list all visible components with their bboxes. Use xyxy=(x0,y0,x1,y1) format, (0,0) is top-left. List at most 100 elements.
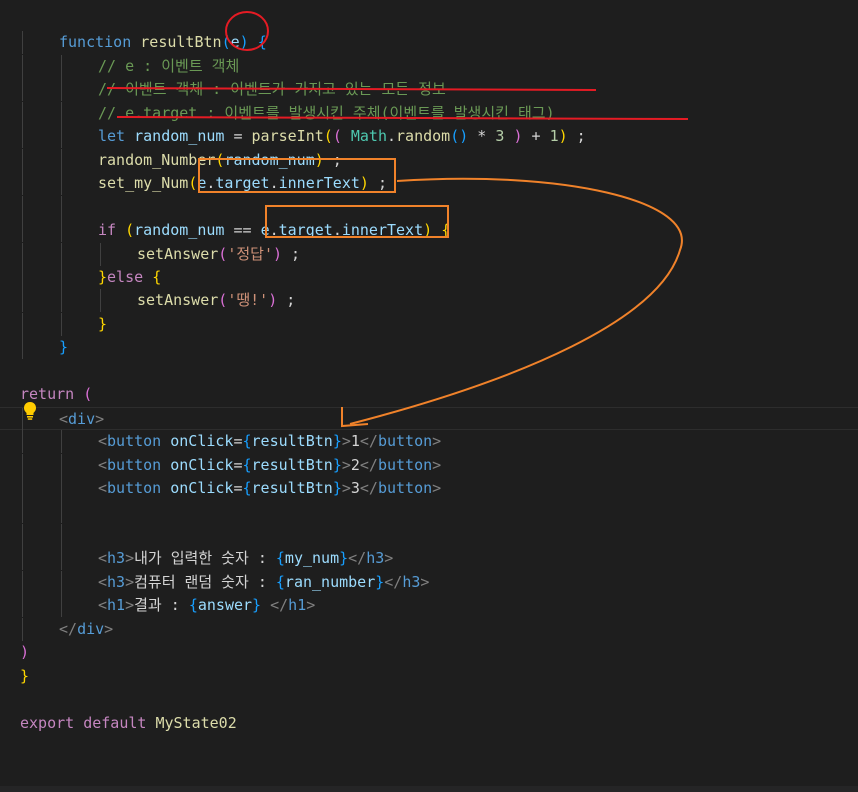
code-token: () xyxy=(450,127,469,146)
code-token: else xyxy=(107,267,153,286)
code-token: button xyxy=(377,455,433,474)
code-token: > xyxy=(384,549,394,568)
code-token: button xyxy=(107,455,162,474)
code-token: onClick xyxy=(170,432,234,451)
code-token: h3 xyxy=(402,572,421,591)
code-token: ( xyxy=(188,174,198,193)
code-content: export default MyState02 xyxy=(20,712,237,735)
code-token: < xyxy=(98,572,108,591)
code-line[interactable]: if (random_num == e.target.innerText) { xyxy=(0,219,858,243)
code-token: ( xyxy=(323,127,333,146)
code-line[interactable]: set_my_Num(e.target.innerText) ; xyxy=(0,172,858,196)
indent-guide xyxy=(22,289,23,313)
code-token: { xyxy=(242,479,252,497)
code-token: </ xyxy=(59,619,78,638)
code-line[interactable]: } xyxy=(0,312,858,336)
lightbulb-icon[interactable] xyxy=(22,401,38,421)
code-content: } xyxy=(98,313,107,336)
code-line[interactable]: random_Number(random_num) ; xyxy=(0,148,858,172)
code-line[interactable]: <div> xyxy=(0,406,858,431)
code-token: < xyxy=(98,596,108,615)
code-token: = xyxy=(233,455,243,474)
code-token: // e : 이벤트 객체 xyxy=(98,56,240,75)
code-line[interactable]: setAnswer('정답') ; xyxy=(0,242,858,266)
code-token: . xyxy=(332,221,342,240)
code-line[interactable]: <button onClick={resultBtn}>3</button> xyxy=(0,477,858,500)
indent-guide xyxy=(100,242,101,266)
code-token: + xyxy=(522,127,550,146)
code-token: div xyxy=(68,409,96,428)
code-line[interactable]: <button onClick={resultBtn}>1</button> xyxy=(0,430,858,454)
indent-guide xyxy=(22,125,23,149)
code-token: ) xyxy=(272,244,283,263)
code-content: <button onClick={resultBtn}>2</button> xyxy=(98,454,441,477)
code-line[interactable]: // e.target : 이벤트를 발생시킨 주체(이벤트를 발생시킨 태그) xyxy=(0,101,858,125)
code-line[interactable]: let random_num = parseInt(( Math.random(… xyxy=(0,125,858,149)
code-token: ran_number xyxy=(284,572,376,591)
code-content: <h3>내가 입력한 숫자 : {my_num}</h3> xyxy=(98,547,393,570)
code-token: resultBtn xyxy=(251,479,333,497)
code-line[interactable] xyxy=(0,8,858,31)
code-token: button xyxy=(377,479,433,497)
code-line[interactable]: export default MyState02 xyxy=(0,712,858,735)
code-token: ) xyxy=(239,33,249,52)
code-token: ( xyxy=(125,221,135,240)
code-token: = xyxy=(233,479,243,497)
indent-guide xyxy=(61,312,62,336)
code-token: random xyxy=(396,127,451,146)
code-token: </ xyxy=(348,549,367,568)
indent-guide xyxy=(61,523,62,547)
code-line[interactable]: } xyxy=(0,336,858,360)
code-token: ; xyxy=(277,291,296,310)
code-token: function xyxy=(59,33,141,52)
code-token: } xyxy=(252,596,262,615)
code-line[interactable] xyxy=(0,195,858,219)
code-token: { xyxy=(275,572,285,591)
code-line[interactable]: </div> xyxy=(0,617,858,641)
indent-guide xyxy=(61,500,62,524)
code-line[interactable]: <h1>결과 : {answer} </h1> xyxy=(0,594,858,618)
code-token: ) xyxy=(20,643,30,662)
code-token: 2 xyxy=(350,455,360,474)
code-line[interactable] xyxy=(0,360,858,383)
code-line[interactable]: }else { xyxy=(0,265,858,289)
code-token: * xyxy=(468,127,496,146)
code-line[interactable]: function resultBtn(e) { xyxy=(0,31,858,55)
code-token: > xyxy=(95,409,105,428)
indent-guide xyxy=(61,547,62,571)
code-token: } xyxy=(59,338,69,357)
code-token: h1 xyxy=(288,596,307,615)
code-token: > xyxy=(125,596,135,615)
code-line[interactable] xyxy=(0,688,858,711)
code-line[interactable]: // 이벤트 객체 : 이벤트가 가지고 있는 모든 정보 xyxy=(0,78,858,102)
code-token: </ xyxy=(270,596,289,615)
code-token: ; xyxy=(282,244,301,263)
code-content: random_Number(random_num) ; xyxy=(98,149,342,172)
code-content: <div> xyxy=(59,408,104,431)
code-token: == xyxy=(224,221,261,240)
code-token: < xyxy=(98,432,108,451)
code-token: ( xyxy=(83,385,93,404)
code-token: export xyxy=(20,713,84,732)
code-line[interactable]: return ( xyxy=(0,383,858,406)
code-token: '땡!' xyxy=(227,291,269,310)
code-line[interactable]: <h3>컴퓨터 랜덤 숫자 : {ran_number}</h3> xyxy=(0,570,858,594)
code-line[interactable]: <h3>내가 입력한 숫자 : {my_num}</h3> xyxy=(0,547,858,571)
code-token: default xyxy=(83,713,156,732)
code-line[interactable]: // e : 이벤트 객체 xyxy=(0,54,858,78)
code-token: random_num xyxy=(134,221,225,240)
code-token: random_Number xyxy=(98,150,216,169)
indent-guide xyxy=(22,523,23,547)
code-token: < xyxy=(98,479,108,497)
code-line[interactable] xyxy=(0,523,858,547)
code-line[interactable]: } xyxy=(0,665,858,688)
code-editor[interactable]: function resultBtn(e) {// e : 이벤트 객체 // 이… xyxy=(0,0,858,792)
code-line[interactable]: <button onClick={resultBtn}>2</button> xyxy=(0,453,858,477)
code-line[interactable]: ) xyxy=(0,641,858,664)
code-line[interactable]: setAnswer('땡!') ; xyxy=(0,289,858,313)
code-token: 결과 : xyxy=(134,596,189,615)
code-token: answer xyxy=(197,596,253,615)
code-line[interactable] xyxy=(0,500,858,524)
